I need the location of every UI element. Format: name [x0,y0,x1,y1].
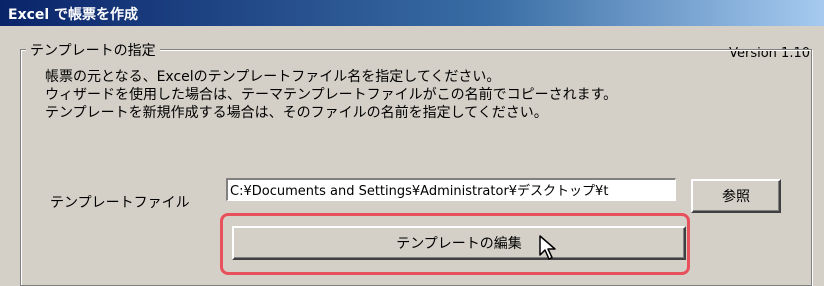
description-line-3: テンプレートを新規作成する場合は、そのファイルの名前を指定してください。 [45,105,548,121]
window-title: Excel で帳票を作成 [8,7,139,23]
title-bar: Excel で帳票を作成 [0,0,824,26]
edit-template-button[interactable]: テンプレートの編集 [232,226,686,260]
template-file-label: テンプレートファイル [50,195,190,211]
groupbox-legend: テンプレートの指定 [26,40,160,60]
template-file-input[interactable]: C:¥Documents and Settings¥Administrator¥… [226,178,676,201]
description-line-2: ウィザードを使用した場合は、テーマテンプレートファイルがこの名前でコピーされます… [45,87,618,103]
browse-button[interactable]: 参照 [691,179,781,213]
description-text: 帳票の元となる、Excelのテンプレートファイル名を指定してください。 ウィザー… [45,68,617,122]
description-line-1: 帳票の元となる、Excelのテンプレートファイル名を指定してください。 [45,69,501,85]
